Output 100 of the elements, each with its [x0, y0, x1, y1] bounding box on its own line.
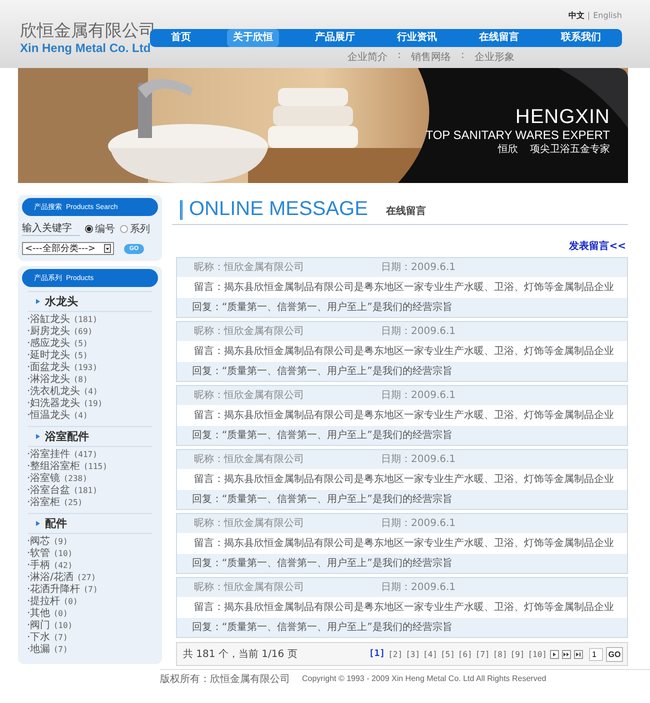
nav-item[interactable]: 首页 — [165, 29, 197, 47]
nav-item[interactable]: 行业资讯 — [391, 29, 443, 47]
message-text: 留言：揭东县欣恒金属制品有限公司是粤东地区一家专业生产水暖、卫浴、灯饰等金属制品企业 — [177, 597, 627, 617]
product-link[interactable]: ·软管 (10) — [22, 548, 158, 560]
separator: : — [398, 50, 401, 63]
section-subtitle: 在线留言 — [386, 204, 426, 219]
nickname-text: 昵称：恒欣金属有限公司 — [194, 388, 305, 403]
nickname-text: 昵称：恒欣金属有限公司 — [194, 260, 305, 275]
date-text: 日期：2009.6.1 — [381, 260, 456, 275]
language-link[interactable]: 中文 — [568, 10, 584, 20]
page-field[interactable]: 1 — [589, 648, 603, 660]
subnav-link[interactable]: 企业简介 — [348, 50, 388, 64]
page-summary: 共 181 个，当前 1/16 页 — [183, 648, 298, 661]
title-bar-icon — [180, 200, 183, 220]
product-link[interactable]: ·妇洗器龙头 (19) — [22, 398, 158, 410]
nav-item[interactable]: 在线留言 — [473, 29, 525, 47]
bullet-icon — [36, 299, 40, 304]
product-link[interactable]: ·淋浴/花洒 (27) — [22, 572, 158, 584]
date-text: 日期：2009.6.1 — [381, 452, 456, 467]
go-button[interactable]: GO — [606, 646, 623, 662]
product-link[interactable]: ·感应龙头 (5) — [22, 338, 158, 350]
nickname-text: 昵称：恒欣金属有限公司 — [194, 324, 305, 339]
product-link[interactable]: ·浴室挂件 (417) — [22, 449, 158, 461]
category-heading[interactable]: 浴室配件 — [45, 429, 89, 444]
product-link[interactable]: ·下水 (7) — [22, 632, 158, 644]
nav-item[interactable]: 产品展厅 — [309, 29, 361, 47]
page-link[interactable]: [7] — [475, 650, 490, 658]
date-text: 日期：2009.6.1 — [381, 324, 456, 339]
bullet-icon — [36, 434, 40, 439]
product-link[interactable]: ·厨房龙头 (69) — [22, 326, 158, 338]
product-link[interactable]: ·淋浴龙头 (8) — [22, 374, 158, 386]
message-text: 留言：揭东县欣恒金属制品有限公司是粤东地区一家专业生产水暖、卫浴、灯饰等金属制品企业 — [177, 405, 627, 425]
product-link[interactable]: ·阀芯 (9) — [22, 536, 158, 548]
radio-button[interactable] — [85, 225, 93, 233]
subnav-link[interactable]: 企业形象 — [474, 50, 514, 64]
reply-text: 回复：“质量第一、信誉第一、用户至上”是我们的经营宗旨 — [177, 425, 627, 445]
fast-forward-icon[interactable] — [562, 650, 571, 658]
page-link[interactable]: [10] — [528, 650, 547, 658]
product-link[interactable]: ·手柄 (42) — [22, 560, 158, 572]
reply-text: 回复：“质量第一、信誉第一、用户至上”是我们的经营宗旨 — [177, 297, 627, 317]
product-link[interactable]: ·面盆龙头 (193) — [22, 362, 158, 374]
nav-item[interactable]: 联系我们 — [555, 29, 607, 47]
date-text: 日期：2009.6.1 — [381, 388, 456, 403]
banner-brand: 恒欣 — [498, 143, 518, 157]
category-heading[interactable]: 配件 — [45, 516, 67, 531]
radio-label: 编号 — [95, 222, 115, 236]
page-link[interactable]: [1] — [368, 649, 386, 659]
page-link[interactable]: [2] — [388, 650, 403, 658]
category-heading[interactable]: 水龙头 — [45, 294, 78, 309]
message-text: 留言：揭东县欣恒金属制品有限公司是粤东地区一家专业生产水暖、卫浴、灯饰等金属制品企业 — [177, 277, 627, 297]
page-link[interactable]: [6] — [458, 650, 472, 658]
separator: : — [461, 50, 464, 63]
product-link[interactable]: ·恒温龙头 (4) — [22, 410, 158, 422]
product-link[interactable]: ·整组浴室柜 (115) — [22, 461, 158, 473]
message-text: 留言：揭东县欣恒金属制品有限公司是粤东地区一家专业生产水暖、卫浴、灯饰等金属制品企业 — [177, 469, 627, 489]
banner-subtitle: TOP SANITARY WARES EXPERT — [426, 128, 610, 143]
footer-owner: 版权所有：欣恒金属有限公司 — [160, 672, 290, 686]
banner-title: HENGXIN — [514, 106, 610, 128]
page-link[interactable]: [9] — [510, 650, 525, 658]
date-text: 日期：2009.6.1 — [381, 580, 456, 595]
radio-button[interactable] — [120, 225, 128, 233]
subnav-link[interactable]: 销售网络 — [411, 50, 451, 64]
reply-text: 回复：“质量第一、信誉第一、用户至上”是我们的经营宗旨 — [177, 489, 627, 509]
page-link[interactable]: [3] — [406, 650, 420, 658]
product-link[interactable]: ·阀门 (10) — [22, 620, 158, 632]
product-link[interactable]: ·提拉杆 (0) — [22, 596, 158, 608]
next-icon[interactable] — [550, 650, 559, 658]
page-link[interactable]: [5] — [440, 650, 455, 658]
nickname-text: 昵称：恒欣金属有限公司 — [194, 516, 305, 531]
section-title: ONLINE MESSAGE — [189, 198, 368, 220]
page-link[interactable]: [8] — [492, 650, 508, 658]
bullet-icon — [36, 521, 40, 526]
banner-slogan: 项尖卫浴五金专家 — [530, 143, 610, 157]
message-text: 留言：揭东县欣恒金属制品有限公司是粤东地区一家专业生产水暖、卫浴、灯饰等金属制品企业 — [177, 341, 627, 361]
radio-label: 系列 — [130, 222, 150, 236]
product-link[interactable]: ·花洒升降杆 (7) — [22, 584, 158, 596]
category-select[interactable]: <---全部分类---> — [22, 242, 114, 255]
copyright-text: Copyright © 1993 - 2009 Xin Heng Metal Co. Ltd All Rights Reserved — [302, 673, 546, 685]
nickname-text: 昵称：恒欣金属有限公司 — [194, 580, 305, 595]
product-link[interactable]: ·地漏 (7) — [22, 644, 158, 656]
post-message-link[interactable]: 发表留言<< — [569, 239, 626, 253]
page-link[interactable]: [4] — [423, 650, 438, 658]
company-name-en: Xin Heng Metal Co. Ltd — [20, 41, 150, 55]
message-text: 留言：揭东县欣恒金属制品有限公司是粤东地区一家专业生产水暖、卫浴、灯饰等金属制品企业 — [177, 533, 627, 553]
product-link[interactable]: ·其他 (0) — [22, 608, 158, 620]
skip-end-icon[interactable] — [574, 650, 583, 658]
keyword-field[interactable]: 输入关键字 — [22, 222, 80, 236]
reply-text: 回复：“质量第一、信誉第一、用户至上”是我们的经营宗旨 — [177, 361, 627, 381]
product-link[interactable]: ·洗衣机龙头 (4) — [22, 386, 158, 398]
product-link[interactable]: ·浴室柜 (25) — [22, 497, 158, 509]
reply-text: 回复：“质量第一、信誉第一、用户至上”是我们的经营宗旨 — [177, 617, 627, 637]
product-link[interactable]: ·浴缸龙头 (181) — [22, 314, 158, 326]
nickname-text: 昵称：恒欣金属有限公司 — [194, 452, 305, 467]
reply-text: 回复：“质量第一、信誉第一、用户至上”是我们的经营宗旨 — [177, 553, 627, 573]
product-link[interactable]: ·浴室镜 (238) — [22, 473, 158, 485]
separator: | — [587, 10, 590, 20]
dropdown-icon — [104, 244, 111, 253]
product-link[interactable]: ·浴室台盆 (181) — [22, 485, 158, 497]
date-text: 日期：2009.6.1 — [381, 516, 456, 531]
product-link[interactable]: ·延时龙头 (5) — [22, 350, 158, 362]
